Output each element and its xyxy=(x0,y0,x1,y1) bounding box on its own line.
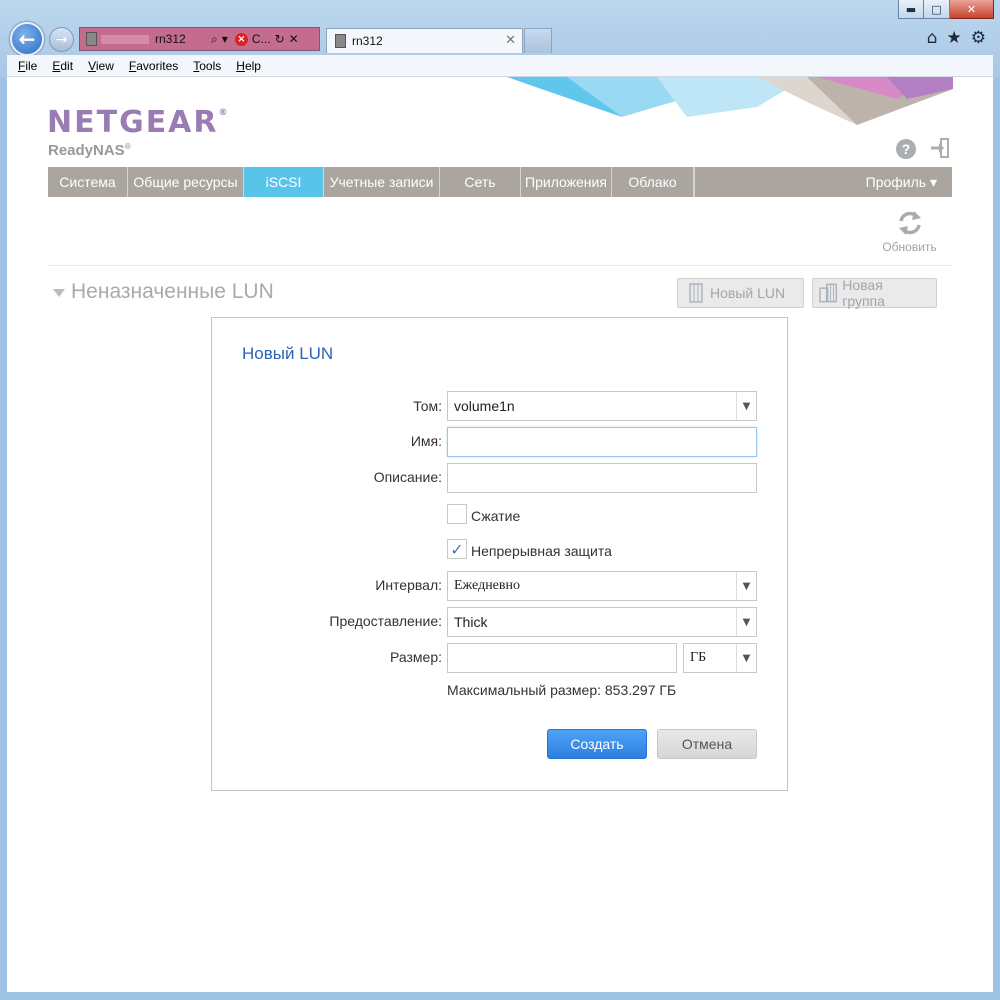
interval-label: Интервал: xyxy=(375,577,442,593)
menu-bar: File Edit View Favorites Tools Help xyxy=(7,55,993,77)
new-lun-label: Новый LUN xyxy=(710,285,786,301)
volume-value: volume1n xyxy=(454,398,515,414)
help-icon[interactable]: ? xyxy=(896,139,916,159)
home-icon[interactable]: ⌂ xyxy=(927,28,938,48)
tab-title: rn312 xyxy=(352,34,383,48)
new-group-button[interactable]: Новая группа xyxy=(812,277,937,309)
refresh-page-icon[interactable]: ↻ xyxy=(275,32,285,46)
chevron-down-icon: ▼ xyxy=(736,644,756,672)
forward-button[interactable]: → xyxy=(49,27,74,52)
tab-close-icon[interactable]: ✕ xyxy=(505,33,516,48)
refresh-button[interactable]: Обновить xyxy=(877,209,942,254)
maximize-button[interactable]: □ xyxy=(924,0,950,19)
certificate-label: C... xyxy=(251,32,271,46)
arrow-left-icon: ← xyxy=(18,27,36,51)
description-label: Описание: xyxy=(373,469,442,485)
address-url: rn312 xyxy=(155,32,186,46)
size-input[interactable] xyxy=(447,643,677,673)
new-lun-dialog: Новый LUN Том: volume1n ▼ Имя: Описание:… xyxy=(211,317,788,791)
compression-checkbox[interactable] xyxy=(447,504,467,524)
netgear-logo: NETGEAR® xyxy=(47,105,230,140)
provisioning-label: Предоставление: xyxy=(329,613,442,629)
continuous-protection-label: Непрерывная защита xyxy=(471,543,612,559)
new-tab-button[interactable] xyxy=(524,28,552,53)
logout-icon[interactable] xyxy=(929,137,951,159)
interval-select[interactable]: Ежедневно ▼ xyxy=(447,571,757,601)
refresh-label: Обновить xyxy=(882,240,937,254)
lun-group-icon xyxy=(819,283,838,303)
new-lun-button[interactable]: Новый LUN xyxy=(677,278,804,308)
nav-tab-iscsi[interactable]: iSCSI xyxy=(244,167,324,197)
chevron-down-icon: ▼ xyxy=(736,608,756,636)
nav-tab-shares[interactable]: Общие ресурсы xyxy=(128,167,244,197)
provisioning-select[interactable]: Thick ▼ xyxy=(447,607,757,637)
collapse-triangle-icon xyxy=(53,289,65,297)
chevron-down-icon: ▼ xyxy=(736,572,756,600)
browser-tab[interactable]: rn312 ✕ xyxy=(326,28,523,53)
menu-tools[interactable]: Tools xyxy=(193,59,221,73)
section-title: Неназначенные LUN xyxy=(71,280,274,303)
certificate-error-icon[interactable]: ✕ xyxy=(234,32,248,46)
tab-page-icon xyxy=(335,34,346,48)
new-group-label: Новая группа xyxy=(842,277,885,309)
product-name: ReadyNAS® xyxy=(48,142,131,159)
provisioning-value: Thick xyxy=(454,614,488,630)
volume-select[interactable]: volume1n ▼ xyxy=(447,391,757,421)
menu-view[interactable]: View xyxy=(88,59,114,73)
nav-tab-apps[interactable]: Приложения xyxy=(521,167,612,197)
menu-edit[interactable]: Edit xyxy=(52,59,73,73)
section-header[interactable]: Неназначенные LUN xyxy=(53,280,274,304)
header-banner-graphic xyxy=(507,77,953,125)
continuous-protection-checkbox[interactable]: ✓ xyxy=(447,539,467,559)
minimize-button[interactable]: ▬ xyxy=(898,0,924,19)
nav-tab-accounts[interactable]: Учетные записи xyxy=(324,167,440,197)
description-input[interactable] xyxy=(447,463,757,493)
max-size-hint: Максимальный размер: 853.297 ГБ xyxy=(447,682,677,698)
size-unit-value: ГБ xyxy=(690,650,707,665)
menu-help[interactable]: Help xyxy=(236,59,261,73)
dialog-title: Новый LUN xyxy=(242,344,334,363)
search-icon[interactable]: ⌕ xyxy=(211,32,218,47)
page-content: NETGEAR® ReadyNAS® ? Система Общие ресур… xyxy=(7,77,993,992)
cancel-button[interactable]: Отмена xyxy=(657,729,757,759)
nav-tab-cloud[interactable]: Облако xyxy=(612,167,694,197)
profile-menu[interactable]: Профиль ▾ xyxy=(694,167,952,197)
close-window-button[interactable]: ✕ xyxy=(950,0,994,19)
create-button[interactable]: Создать xyxy=(547,729,647,759)
back-button[interactable]: ← xyxy=(10,22,44,56)
nav-tab-network[interactable]: Сеть xyxy=(440,167,521,197)
chevron-down-icon: ▼ xyxy=(736,392,756,420)
size-unit-select[interactable]: ГБ ▼ xyxy=(683,643,757,673)
page-icon xyxy=(86,32,97,46)
browser-toolbar-icons: ⌂ ★ ⚙ xyxy=(927,28,986,48)
menu-file[interactable]: File xyxy=(18,59,37,73)
dropdown-arrow-icon[interactable]: ▼ xyxy=(222,35,228,44)
compression-label: Сжатие xyxy=(471,508,521,524)
nav-tab-system[interactable]: Система xyxy=(48,167,128,197)
address-bar[interactable]: rn312 ⌕ ▼ ✕ C... ↻ ✕ xyxy=(79,27,320,51)
window-controls: ▬ □ ✕ xyxy=(898,0,994,19)
main-navigation: Система Общие ресурсы iSCSI Учетные запи… xyxy=(48,167,952,197)
address-blurred-text xyxy=(101,34,149,44)
menu-favorites[interactable]: Favorites xyxy=(129,59,178,73)
interval-value: Ежедневно xyxy=(454,578,521,593)
browser-chrome: ▬ □ ✕ ← → rn312 ⌕ ▼ ✕ C... ↻ ✕ rn312 ✕ ⌂… xyxy=(0,0,1000,77)
refresh-icon xyxy=(898,211,921,235)
gear-icon[interactable]: ⚙ xyxy=(971,28,986,48)
name-input[interactable] xyxy=(447,427,757,457)
checkmark-icon: ✓ xyxy=(450,539,464,559)
stop-icon[interactable]: ✕ xyxy=(289,32,299,46)
section-divider xyxy=(48,265,952,266)
favorites-star-icon[interactable]: ★ xyxy=(947,28,962,48)
volume-label: Том: xyxy=(413,398,442,414)
name-label: Имя: xyxy=(410,433,442,449)
lun-icon xyxy=(689,283,703,303)
size-label: Размер: xyxy=(389,649,442,665)
arrow-right-icon: → xyxy=(55,31,68,48)
